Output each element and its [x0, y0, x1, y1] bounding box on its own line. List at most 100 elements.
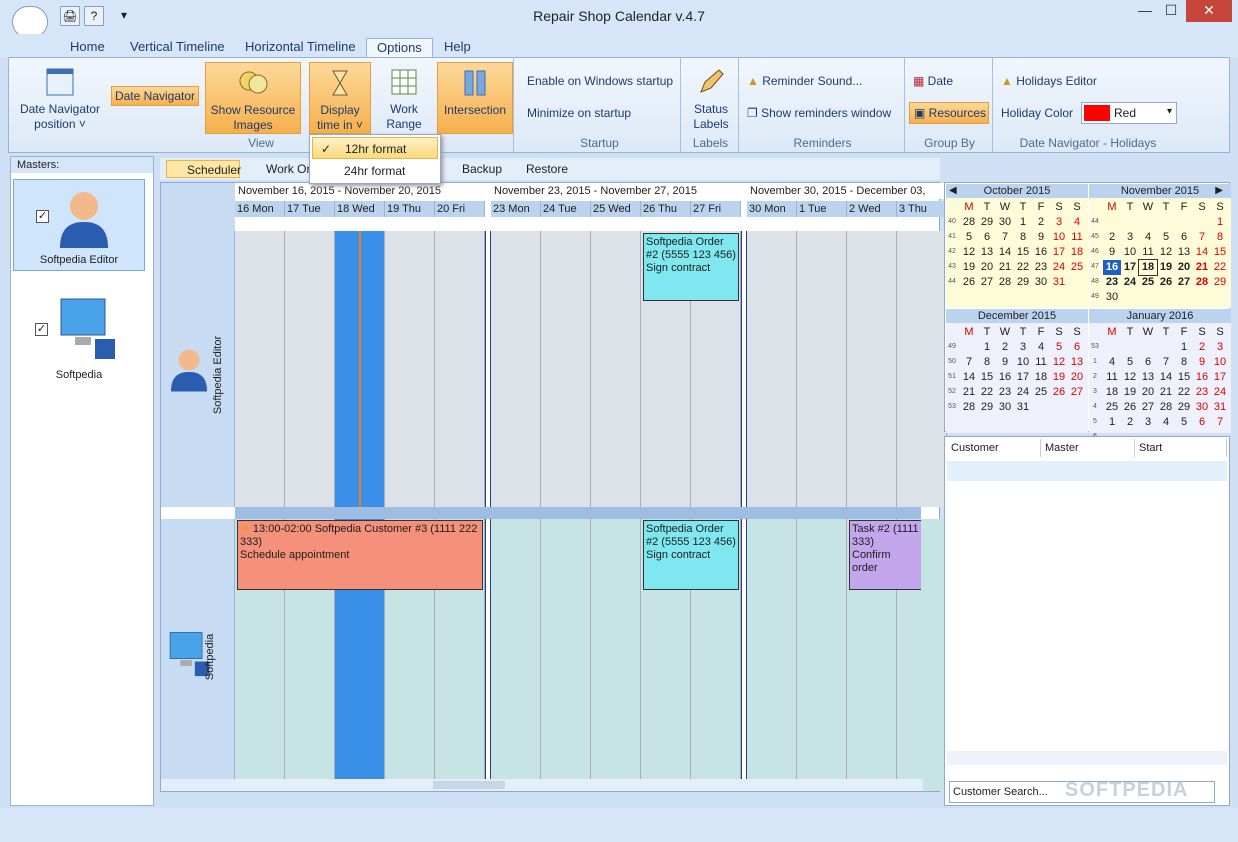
calendar-day[interactable]: 20: [1068, 370, 1086, 385]
calendar-day[interactable]: 1: [1103, 415, 1121, 430]
calendar-day[interactable]: 12: [1157, 245, 1175, 260]
calendar-day[interactable]: [1193, 215, 1211, 230]
minimize-button[interactable]: —: [1132, 0, 1158, 22]
calendar-day[interactable]: 6: [978, 230, 996, 245]
calendar-day[interactable]: 24: [1121, 275, 1139, 290]
day-header[interactable]: 16 Mon: [235, 201, 285, 217]
day-header[interactable]: 3 Thu: [897, 201, 947, 217]
calendar-day[interactable]: 3: [1050, 215, 1068, 230]
calendar-day[interactable]: 27: [1139, 400, 1157, 415]
next-month-icon[interactable]: ▶: [1215, 185, 1223, 196]
time-slot[interactable]: [897, 231, 947, 507]
status-labels-button[interactable]: Status Labels: [687, 66, 735, 132]
date-navigator-position-button[interactable]: Date Navigator position ˅: [15, 66, 105, 132]
calendar-day[interactable]: 17: [1050, 245, 1068, 260]
calendar-day[interactable]: 25: [1103, 400, 1121, 415]
calendar-day[interactable]: [1068, 275, 1086, 290]
calendar-day[interactable]: 16: [1103, 260, 1121, 275]
show-resource-images-button[interactable]: Show Resource Images: [205, 62, 301, 134]
calendar-day[interactable]: 29: [978, 400, 996, 415]
time-slot[interactable]: [285, 231, 335, 507]
display-time-in-button[interactable]: Display time in ˅: [309, 62, 371, 134]
tab-vertical-timeline[interactable]: Vertical Timeline: [120, 38, 235, 58]
calendar-day[interactable]: 18: [1032, 370, 1050, 385]
tab-home[interactable]: Home: [60, 38, 115, 58]
scheduler-button[interactable]: Scheduler: [166, 160, 241, 178]
day-header[interactable]: 18 Wed: [335, 201, 385, 217]
calendar-day[interactable]: 10: [1014, 355, 1032, 370]
calendar-day[interactable]: 15: [1211, 245, 1229, 260]
reminder-sound-button[interactable]: ▲ Reminder Sound...: [747, 74, 862, 88]
day-header[interactable]: 1 Tue: [797, 201, 847, 217]
tab-horizontal-timeline[interactable]: Horizontal Timeline: [235, 38, 366, 58]
calendar-day[interactable]: 1: [978, 340, 996, 355]
calendar-day[interactable]: 26: [1121, 400, 1139, 415]
calendar-day[interactable]: 5: [1157, 230, 1175, 245]
calendar-day[interactable]: 8: [1211, 230, 1229, 245]
calendar-day[interactable]: 21: [960, 385, 978, 400]
calendar-day[interactable]: 5: [1121, 355, 1139, 370]
calendar-day[interactable]: 8: [1014, 230, 1032, 245]
enable-on-startup-button[interactable]: Enable on Windows startup: [527, 74, 673, 88]
calendar-day[interactable]: 4: [1157, 415, 1175, 430]
calendar-day[interactable]: [1103, 340, 1121, 355]
calendar-day[interactable]: 28: [960, 215, 978, 230]
calendar-day[interactable]: 6: [1139, 355, 1157, 370]
calendar-day[interactable]: 28: [1193, 275, 1211, 290]
calendar-day[interactable]: 29: [1014, 275, 1032, 290]
calendar-day[interactable]: 23: [996, 385, 1014, 400]
time-slot[interactable]: [491, 231, 541, 507]
calendar-day[interactable]: 11: [1032, 355, 1050, 370]
month-october[interactable]: October 2015 M T W T F S S 28 29 30 1 2 3 4 5 6 7 8 9 10 11 12…: [946, 184, 1088, 308]
calendar-day[interactable]: 11: [1068, 230, 1086, 245]
calendar-day[interactable]: 27: [1175, 275, 1193, 290]
calendar-day[interactable]: 13: [978, 245, 996, 260]
calendar-day[interactable]: 18: [1138, 259, 1158, 276]
calendar-day[interactable]: 3: [1139, 415, 1157, 430]
calendar-day[interactable]: 25: [1032, 385, 1050, 400]
calendar-day[interactable]: 22: [1211, 260, 1229, 275]
event-card[interactable]: ☀ 13:00-02:00 Softpedia Customer #3 (111…: [237, 520, 483, 590]
option-24hr[interactable]: 24hr format: [312, 160, 438, 182]
horizontal-scrollbar[interactable]: [161, 779, 923, 791]
calendar-day[interactable]: 14: [1193, 245, 1211, 260]
group-by-resources-button[interactable]: ▣ Resources: [909, 102, 989, 124]
calendar-day[interactable]: 5: [1175, 415, 1193, 430]
calendar-day[interactable]: 27: [1068, 385, 1086, 400]
backup-button[interactable]: Backup: [442, 160, 502, 178]
calendar-day[interactable]: [1121, 290, 1139, 305]
calendar-day[interactable]: 19: [1050, 370, 1068, 385]
calendar-day[interactable]: 21: [1157, 385, 1175, 400]
time-slot[interactable]: [591, 231, 641, 507]
calendar-day[interactable]: [1068, 400, 1086, 415]
calendar-day[interactable]: 7: [1193, 230, 1211, 245]
calendar-day[interactable]: [1032, 400, 1050, 415]
calendar-day[interactable]: 11: [1103, 370, 1121, 385]
calendar-day[interactable]: 19: [960, 260, 978, 275]
calendar-day[interactable]: 20: [978, 260, 996, 275]
time-slot[interactable]: [385, 231, 435, 507]
calendar-day[interactable]: 9: [996, 355, 1014, 370]
calendar-day[interactable]: 9: [1103, 245, 1121, 260]
calendar-day[interactable]: [1211, 290, 1229, 305]
calendar-day[interactable]: 1: [1211, 215, 1229, 230]
calendar-day[interactable]: 1: [1014, 215, 1032, 230]
calendar-day[interactable]: 9: [1193, 355, 1211, 370]
calendar-day[interactable]: 22: [1014, 260, 1032, 275]
show-reminders-window-button[interactable]: ❐ Show reminders window: [747, 106, 891, 120]
calendar-day[interactable]: 20: [1139, 385, 1157, 400]
calendar-day[interactable]: 22: [978, 385, 996, 400]
calendar-day[interactable]: 7: [1211, 415, 1229, 430]
calendar-day[interactable]: 24: [1014, 385, 1032, 400]
calendar-day[interactable]: 19: [1157, 260, 1175, 275]
time-slot[interactable]: [747, 519, 797, 791]
calendar-day[interactable]: 21: [996, 260, 1014, 275]
calendar-day[interactable]: 13: [1139, 370, 1157, 385]
calendar-day[interactable]: 24: [1211, 385, 1229, 400]
calendar-day[interactable]: 14: [1157, 370, 1175, 385]
event-card[interactable]: Task #2 (1111 333) Confirm order: [849, 520, 921, 590]
calendar-day[interactable]: 30: [1103, 290, 1121, 305]
calendar-day[interactable]: 13: [1175, 245, 1193, 260]
holidays-editor-button[interactable]: ▲ Holidays Editor: [1001, 74, 1097, 88]
calendar-day[interactable]: [1175, 290, 1193, 305]
